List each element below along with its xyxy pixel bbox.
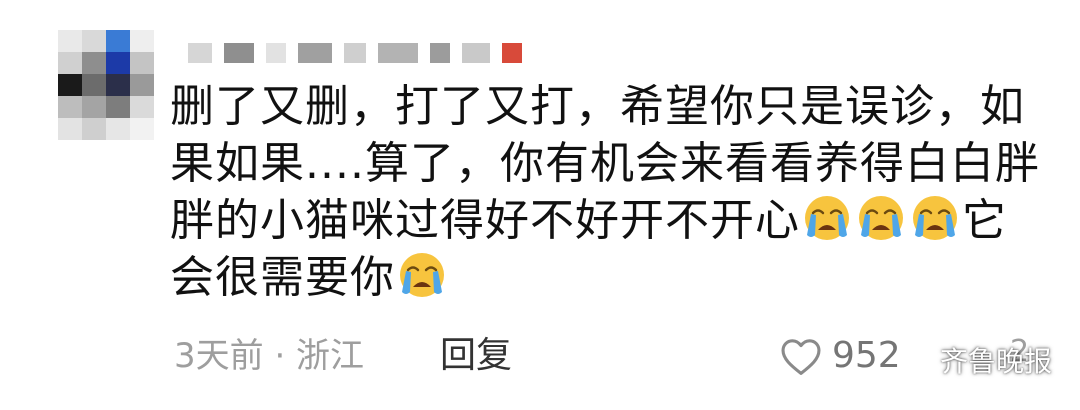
loudly-crying-face-icon [805,196,849,240]
wechat-icon [898,345,934,373]
reply-button[interactable]: 回复 [440,328,512,384]
username[interactable] [188,40,522,66]
comment-time-location: 3天前 · 浙江 [174,336,365,376]
loudly-crying-face-icon [913,196,957,240]
watermark-text: 齐鲁晚报 [940,345,1053,378]
heart-icon[interactable] [780,338,822,376]
avatar[interactable] [58,30,154,140]
loudly-crying-face-icon [859,196,903,240]
like-count: 952 [832,335,901,376]
watermark: 齐鲁晚报 [898,340,1052,380]
loudly-crying-face-icon [400,253,444,297]
comment-text: 删了又删，打了又打，希望你只是误诊，如果如果....算了，你有机会来看看养得白白… [170,78,1050,306]
